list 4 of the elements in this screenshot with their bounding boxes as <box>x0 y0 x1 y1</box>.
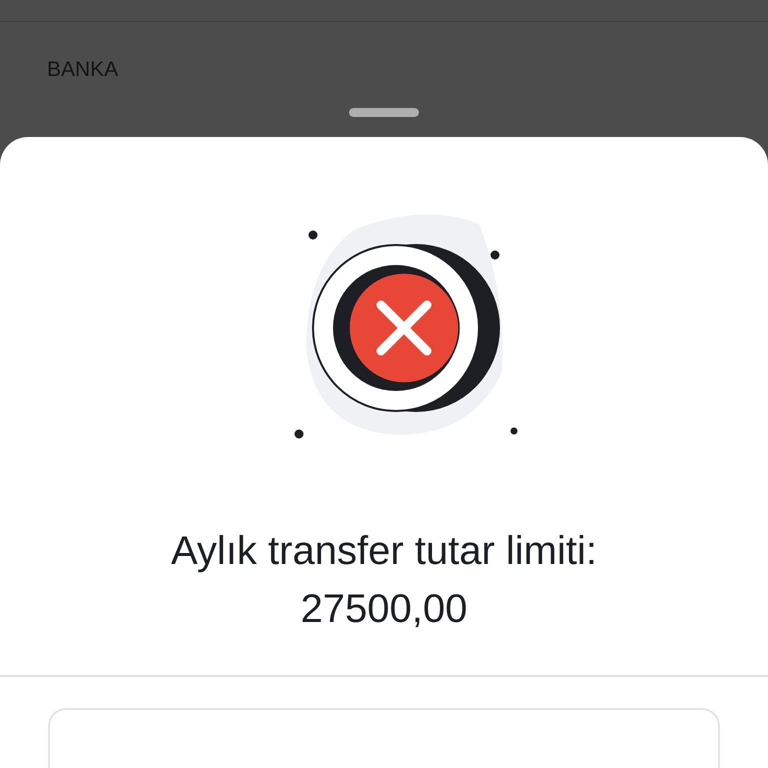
sheet-handle[interactable] <box>349 108 419 117</box>
bank-label: BANKA <box>46 57 120 84</box>
limit-amount: 27500,00 <box>300 586 468 633</box>
limit-title: Aylık transfer tutar limiti: <box>170 528 598 575</box>
